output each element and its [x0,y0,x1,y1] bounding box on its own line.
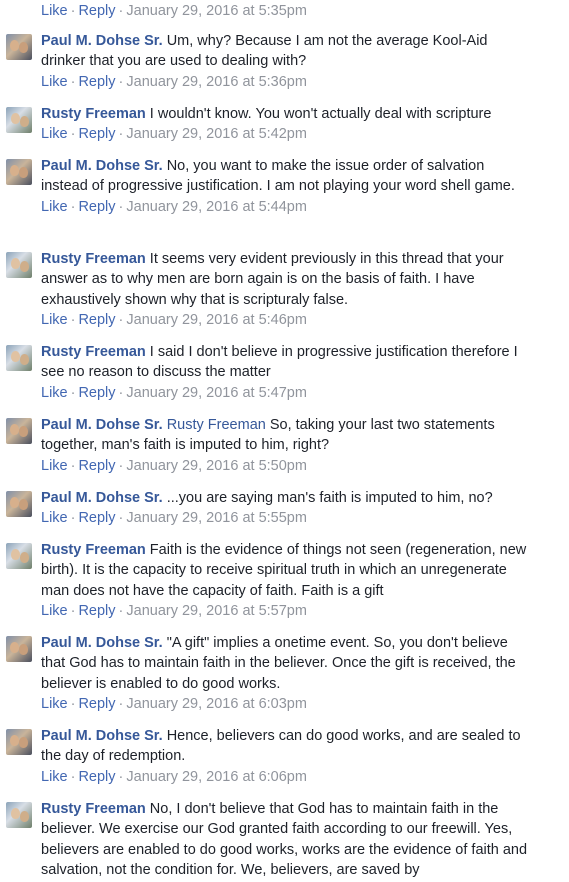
reply-link[interactable]: Reply [78,312,115,328]
comment-timestamp[interactable]: January 29, 2016 at 5:46pm [126,312,307,328]
comment-author[interactable]: Paul M. Dohse Sr. [41,417,163,433]
comment-author[interactable]: Paul M. Dohse Sr. [41,490,163,506]
comment-text-block: Rusty Freeman I said I don't believe in … [41,342,531,383]
avatar[interactable] [6,34,32,60]
comment-timestamp[interactable]: January 29, 2016 at 5:44pm [126,199,307,215]
comment-timestamp[interactable]: January 29, 2016 at 6:03pm [126,696,307,712]
comment-meta: Like · Reply · January 29, 2016 at 6:03pm [41,695,307,712]
comment-text-block: Paul M. Dohse Sr. Um, why? Because I am … [41,31,531,72]
like-link[interactable]: Like [41,769,68,785]
comment-meta: Like · Reply · January 29, 2016 at 5:47pm [41,384,307,401]
reply-link[interactable]: Reply [78,769,115,785]
comment-author[interactable]: Rusty Freeman [41,344,146,360]
comment-meta: Like · Reply · January 29, 2016 at 5:55pm [41,510,307,527]
avatar[interactable] [6,636,32,662]
comment-timestamp[interactable]: January 29, 2016 at 5:55pm [126,510,307,526]
comment-meta-top: Like · Reply · January 29, 2016 at 5:35pm [41,3,307,19]
comment-meta: Like · Reply · January 29, 2016 at 5:42pm [41,126,307,143]
comment-timestamp[interactable]: January 29, 2016 at 6:06pm [126,769,307,785]
like-link[interactable]: Like [41,74,68,90]
comment-author[interactable]: Paul M. Dohse Sr. [41,33,163,49]
comment-text-block: Paul M. Dohse Sr. Rusty Freeman So, taki… [41,415,531,456]
avatar[interactable] [6,729,32,755]
comment-author[interactable]: Rusty Freeman [41,106,146,122]
avatar[interactable] [6,345,32,371]
avatar[interactable] [6,802,32,828]
comment-meta: Like · Reply · January 29, 2016 at 5:36pm [41,73,307,90]
reply-link[interactable]: Reply [78,126,115,142]
comment-author[interactable]: Rusty Freeman [41,251,146,267]
comment-text: ...you are saying man's faith is imputed… [166,490,493,506]
comment-timestamp[interactable]: January 29, 2016 at 5:47pm [126,385,307,401]
comment-timestamp[interactable]: January 29, 2016 at 5:36pm [126,74,307,90]
comment-timestamp[interactable]: January 29, 2016 at 5:42pm [126,126,307,142]
reply-link[interactable]: Reply [78,603,115,619]
like-link[interactable]: Like [41,458,68,474]
comment-text-block: Rusty Freeman It seems very evident prev… [41,249,531,310]
reply-link[interactable]: Reply [78,3,115,19]
comment-meta: Like · Reply · January 29, 2016 at 5:57pm [41,602,307,619]
avatar[interactable] [6,491,32,517]
avatar[interactable] [6,418,32,444]
avatar[interactable] [6,107,32,133]
comment-author[interactable]: Paul M. Dohse Sr. [41,728,163,744]
comment-author[interactable]: Rusty Freeman [41,801,146,817]
reply-link[interactable]: Reply [78,385,115,401]
comment-meta: Like · Reply · January 29, 2016 at 6:06pm [41,768,307,785]
like-link[interactable]: Like [41,199,68,215]
comment-timestamp[interactable]: January 29, 2016 at 5:57pm [126,603,307,619]
reply-link[interactable]: Reply [78,199,115,215]
comment-meta: Like · Reply · January 29, 2016 at 5:50pm [41,457,307,474]
reply-link[interactable]: Reply [78,510,115,526]
comment-text-block: Paul M. Dohse Sr. Hence, believers can d… [41,726,531,767]
comment-timestamp[interactable]: January 29, 2016 at 5:35pm [126,3,307,19]
reply-link[interactable]: Reply [78,458,115,474]
comment-mention[interactable]: Rusty Freeman [167,417,266,433]
avatar[interactable] [6,159,32,185]
like-link[interactable]: Like [41,3,68,19]
comment-text-block: Rusty Freeman No, I don't believe that G… [41,799,531,880]
like-link[interactable]: Like [41,312,68,328]
comment-text-block: Paul M. Dohse Sr. "A gift" implies a one… [41,633,531,694]
comment-meta: Like · Reply · January 29, 2016 at 5:44pm [41,198,307,215]
comment-text-block: Rusty Freeman I wouldn't know. You won't… [41,104,531,124]
reply-link[interactable]: Reply [78,696,115,712]
comment-text: I wouldn't know. You won't actually deal… [149,106,492,122]
comment-author[interactable]: Paul M. Dohse Sr. [41,635,163,651]
like-link[interactable]: Like [41,510,68,526]
avatar[interactable] [6,543,32,569]
comment-timestamp[interactable]: January 29, 2016 at 5:50pm [126,458,307,474]
like-link[interactable]: Like [41,126,68,142]
comment-author[interactable]: Rusty Freeman [41,542,146,558]
comment-text-block: Rusty Freeman Faith is the evidence of t… [41,540,531,601]
avatar[interactable] [6,252,32,278]
like-link[interactable]: Like [41,696,68,712]
comment-text-block: Paul M. Dohse Sr. No, you want to make t… [41,156,531,197]
like-link[interactable]: Like [41,603,68,619]
comment-meta: Like · Reply · January 29, 2016 at 5:46pm [41,311,307,328]
comment-author[interactable]: Paul M. Dohse Sr. [41,158,163,174]
comment-text-block: Paul M. Dohse Sr. ...you are saying man'… [41,488,531,508]
like-link[interactable]: Like [41,385,68,401]
reply-link[interactable]: Reply [78,74,115,90]
